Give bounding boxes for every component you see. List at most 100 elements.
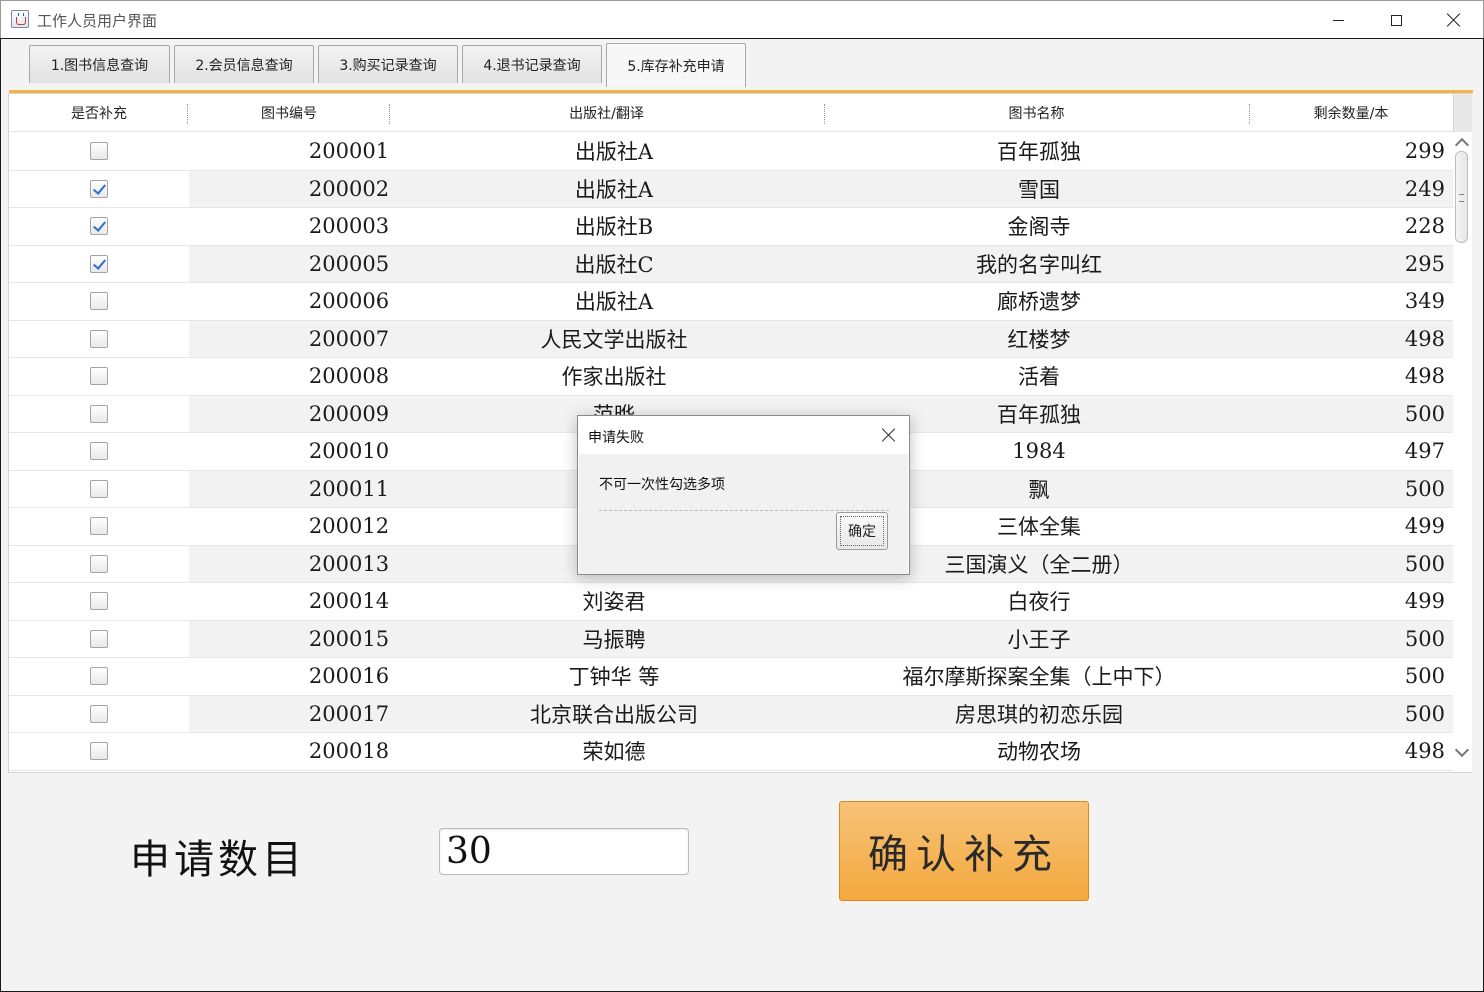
restock-checkbox[interactable] bbox=[90, 292, 108, 311]
minimize-icon bbox=[1332, 19, 1344, 21]
book-name-cell: 房思琪的初恋乐园 bbox=[955, 702, 1123, 727]
quantity-cell: 499 bbox=[1404, 514, 1445, 539]
restock-checkbox-cell bbox=[89, 133, 109, 170]
restock-checkbox[interactable] bbox=[90, 442, 108, 461]
restock-checkbox[interactable] bbox=[90, 667, 108, 686]
restock-checkbox[interactable] bbox=[90, 592, 108, 611]
dialog-title: 申请失败 bbox=[588, 430, 644, 446]
dialog-message: 不可一次性勾选多项 bbox=[599, 477, 725, 493]
book-id-cell: 200005 bbox=[308, 251, 390, 276]
book-name-cell: 白夜行 bbox=[1007, 590, 1071, 615]
restock-checkbox[interactable] bbox=[90, 704, 108, 723]
minimize-button[interactable] bbox=[1309, 1, 1367, 39]
vertical-scrollbar[interactable] bbox=[1453, 94, 1472, 772]
restock-checkbox[interactable] bbox=[90, 367, 108, 386]
tab-book-info[interactable]: 1.图书信息查询 bbox=[29, 45, 170, 83]
table-row[interactable]: 200017 北京联合出版公司 房思琪的初恋乐园 500 bbox=[9, 695, 1453, 733]
quantity-cell: 498 bbox=[1404, 326, 1445, 351]
dialog-ok-button[interactable]: 确定 bbox=[836, 512, 888, 550]
publisher-cell: 马振聘 bbox=[582, 627, 646, 652]
close-icon bbox=[1447, 13, 1461, 27]
table-row[interactable]: 200001 出版社A 百年孤独 299 bbox=[9, 133, 1453, 171]
apply-count-input[interactable] bbox=[439, 828, 689, 875]
book-name-cell: 我的名字叫红 bbox=[976, 252, 1102, 277]
quantity-cell: 500 bbox=[1404, 401, 1445, 426]
restock-checkbox[interactable] bbox=[90, 629, 108, 648]
table-header: 是否补充 图书编号 出版社/翻译 图书名称 剩余数量/本 bbox=[9, 94, 1453, 132]
restock-checkbox-cell bbox=[89, 433, 109, 470]
tab-member-info[interactable]: 2.会员信息查询 bbox=[174, 45, 314, 83]
restock-checkbox[interactable] bbox=[90, 517, 108, 536]
quantity-cell: 500 bbox=[1404, 626, 1445, 651]
scroll-thumb[interactable] bbox=[1455, 151, 1468, 243]
publisher-cell: 刘姿君 bbox=[582, 590, 646, 615]
column-header-quantity[interactable]: 剩余数量/本 bbox=[1249, 94, 1453, 132]
dialog-close-icon[interactable] bbox=[879, 425, 899, 445]
tab-return-records[interactable]: 4.退书记录查询 bbox=[462, 45, 602, 83]
restock-checkbox-cell bbox=[89, 658, 109, 695]
dialog-body: 不可一次性勾选多项 确定 bbox=[579, 454, 908, 574]
scroll-up-icon[interactable] bbox=[1454, 137, 1470, 153]
book-id-cell: 200002 bbox=[308, 176, 390, 201]
maximize-button[interactable] bbox=[1367, 1, 1425, 39]
publisher-cell: 出版社A bbox=[574, 140, 654, 165]
java-app-icon bbox=[11, 10, 29, 28]
quantity-cell: 500 bbox=[1404, 664, 1445, 689]
restock-checkbox[interactable] bbox=[90, 404, 108, 423]
confirm-restock-button[interactable]: 确认补充 bbox=[839, 801, 1089, 901]
restock-checkbox-cell bbox=[89, 546, 109, 583]
window-title: 工作人员用户界面 bbox=[37, 12, 158, 30]
book-name-cell: 活着 bbox=[1018, 365, 1060, 390]
table-row[interactable]: 200008 作家出版社 活着 498 bbox=[9, 358, 1453, 396]
book-name-cell: 廊桥遗梦 bbox=[997, 290, 1081, 315]
book-id-cell: 200016 bbox=[308, 664, 390, 689]
book-name-cell: 雪国 bbox=[1018, 177, 1060, 202]
restock-checkbox-cell bbox=[89, 508, 109, 545]
column-header-book-id[interactable]: 图书编号 bbox=[189, 94, 389, 132]
table-row[interactable]: 200005 出版社C 我的名字叫红 295 bbox=[9, 245, 1453, 283]
tab-purchase-records[interactable]: 3.购买记录查询 bbox=[318, 45, 458, 83]
book-id-cell: 200010 bbox=[308, 439, 390, 464]
publisher-cell: 出版社A bbox=[574, 290, 654, 315]
quantity-cell: 498 bbox=[1404, 364, 1445, 389]
restock-checkbox[interactable] bbox=[90, 179, 108, 198]
book-id-cell: 200007 bbox=[308, 326, 390, 351]
restock-checkbox-cell bbox=[89, 621, 109, 658]
restock-checkbox[interactable] bbox=[90, 554, 108, 573]
book-id-cell: 200009 bbox=[308, 401, 390, 426]
close-window-button[interactable] bbox=[1425, 1, 1483, 39]
scroll-down-icon[interactable] bbox=[1454, 742, 1470, 758]
book-name-cell: 福尔摩斯探案全集（上中下） bbox=[902, 665, 1176, 690]
table-row[interactable]: 200018 荣如德 动物农场 498 bbox=[9, 733, 1453, 771]
column-header-book-name[interactable]: 图书名称 bbox=[824, 94, 1249, 132]
table-row[interactable]: 200006 出版社A 廊桥遗梦 349 bbox=[9, 283, 1453, 321]
table-row[interactable]: 200016 丁钟华 等 福尔摩斯探案全集（上中下） 500 bbox=[9, 658, 1453, 696]
restock-checkbox[interactable] bbox=[90, 142, 108, 161]
restock-checkbox-cell bbox=[89, 171, 109, 208]
quantity-cell: 295 bbox=[1404, 251, 1445, 276]
restock-checkbox[interactable] bbox=[90, 742, 108, 761]
publisher-cell: 出版社B bbox=[574, 215, 654, 240]
publisher-cell: 出版社A bbox=[574, 177, 654, 202]
column-header-publisher[interactable]: 出版社/翻译 bbox=[389, 94, 824, 132]
tab-restock-request[interactable]: 5.库存补充申请 bbox=[606, 43, 746, 87]
restock-checkbox[interactable] bbox=[90, 217, 108, 236]
table-row[interactable]: 200007 人民文学出版社 红楼梦 498 bbox=[9, 320, 1453, 358]
table-row[interactable]: 200014 刘姿君 白夜行 499 bbox=[9, 583, 1453, 621]
book-name-cell: 红楼梦 bbox=[1007, 327, 1071, 352]
restock-checkbox[interactable] bbox=[90, 254, 108, 273]
book-id-cell: 200008 bbox=[308, 364, 390, 389]
restock-checkbox[interactable] bbox=[90, 329, 108, 348]
table-row[interactable]: 200015 马振聘 小王子 500 bbox=[9, 620, 1453, 658]
restock-checkbox[interactable] bbox=[90, 479, 108, 498]
column-divider[interactable] bbox=[187, 104, 188, 124]
book-id-cell: 200003 bbox=[308, 214, 390, 239]
quantity-cell: 499 bbox=[1404, 589, 1445, 614]
column-header-restock[interactable]: 是否补充 bbox=[9, 94, 189, 132]
table-row[interactable]: 200002 出版社A 雪国 249 bbox=[9, 170, 1453, 208]
restock-checkbox-cell bbox=[89, 208, 109, 245]
quantity-cell: 500 bbox=[1404, 701, 1445, 726]
publisher-cell: 人民文学出版社 bbox=[540, 327, 688, 352]
table-row[interactable]: 200003 出版社B 金阁寺 228 bbox=[9, 208, 1453, 246]
restock-checkbox-cell bbox=[89, 471, 109, 508]
